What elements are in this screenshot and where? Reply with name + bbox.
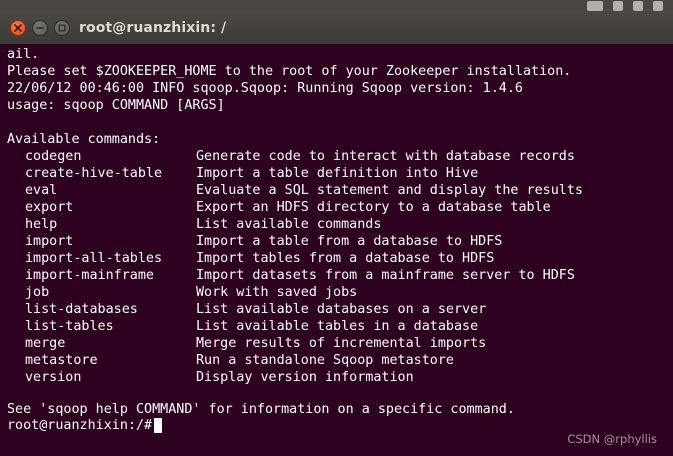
output-line: usage: sqoop COMMAND [ARGS] xyxy=(7,98,225,113)
command-description: Evaluate a SQL statement and display the… xyxy=(196,183,583,198)
system-top-bar xyxy=(0,0,673,12)
command-description: List available tables in a database xyxy=(196,319,479,334)
command-name: eval xyxy=(25,183,58,198)
bluetooth-icon[interactable] xyxy=(633,1,643,11)
window-controls xyxy=(10,20,70,36)
command-name: import xyxy=(25,234,74,249)
command-name: import-all-tables xyxy=(25,251,163,266)
csdn-watermark: CSDN @rphyllis xyxy=(567,432,657,446)
window-title-bar[interactable]: root@ruanzhixin: / xyxy=(0,12,673,45)
command-description: Export an HDFS directory to a database t… xyxy=(196,200,551,215)
command-name: version xyxy=(25,370,82,385)
maximize-button[interactable] xyxy=(54,20,70,36)
output-line: 22/06/12 00:46:00 INFO sqoop.Sqoop: Runn… xyxy=(7,81,523,96)
command-prompt[interactable]: root@ruanzhixin:/# xyxy=(7,417,163,434)
command-name: job xyxy=(25,285,50,300)
minimize-button[interactable] xyxy=(32,20,48,36)
command-description: Merge results of incremental imports xyxy=(196,336,487,351)
network-icon[interactable] xyxy=(613,1,623,11)
output-line: Available commands: xyxy=(7,132,161,147)
command-name: codegen xyxy=(25,149,82,164)
close-icon xyxy=(14,24,22,32)
prompt-text: root@ruanzhixin:/# xyxy=(7,418,153,433)
output-line: ail. xyxy=(7,47,40,62)
maximize-icon xyxy=(58,24,66,32)
command-description: Import a table from a database to HDFS xyxy=(196,234,503,249)
command-description: Run a standalone Sqoop metastore xyxy=(196,353,454,368)
minimize-icon xyxy=(36,27,44,29)
command-name: create-hive-table xyxy=(25,166,163,181)
command-description: Import tables from a database to HDFS xyxy=(196,251,495,266)
output-line: Please set $ZOOKEEPER_HOME to the root o… xyxy=(7,64,572,79)
terminal-cursor xyxy=(154,418,163,433)
command-name: help xyxy=(25,217,58,232)
keyboard-icon[interactable] xyxy=(587,1,603,11)
command-description: List available commands xyxy=(196,217,382,232)
command-name: import-mainframe xyxy=(25,268,154,283)
command-name: list-tables xyxy=(25,319,114,334)
command-description: List available databases on a server xyxy=(196,302,487,317)
command-description: Import datasets from a mainframe server … xyxy=(196,268,575,283)
command-description: Work with saved jobs xyxy=(196,285,358,300)
close-button[interactable] xyxy=(10,20,26,36)
command-name: export xyxy=(25,200,74,215)
command-description: Display version information xyxy=(196,370,414,385)
window-title: root@ruanzhixin: / xyxy=(79,20,227,36)
help-hint-line: See 'sqoop help COMMAND' for information… xyxy=(7,402,515,417)
terminal-screenshot: root@ruanzhixin: / ail. Please set $ZOOK… xyxy=(0,0,673,456)
command-description: Import a table definition into Hive xyxy=(196,166,479,181)
system-tray xyxy=(587,0,673,12)
volume-icon[interactable] xyxy=(653,1,663,11)
command-name: merge xyxy=(25,336,66,351)
terminal-output[interactable]: ail. Please set $ZOOKEEPER_HOME to the r… xyxy=(0,44,673,456)
command-description: Generate code to interact with database … xyxy=(196,149,575,164)
command-name: metastore xyxy=(25,353,98,368)
command-name: list-databases xyxy=(25,302,138,317)
